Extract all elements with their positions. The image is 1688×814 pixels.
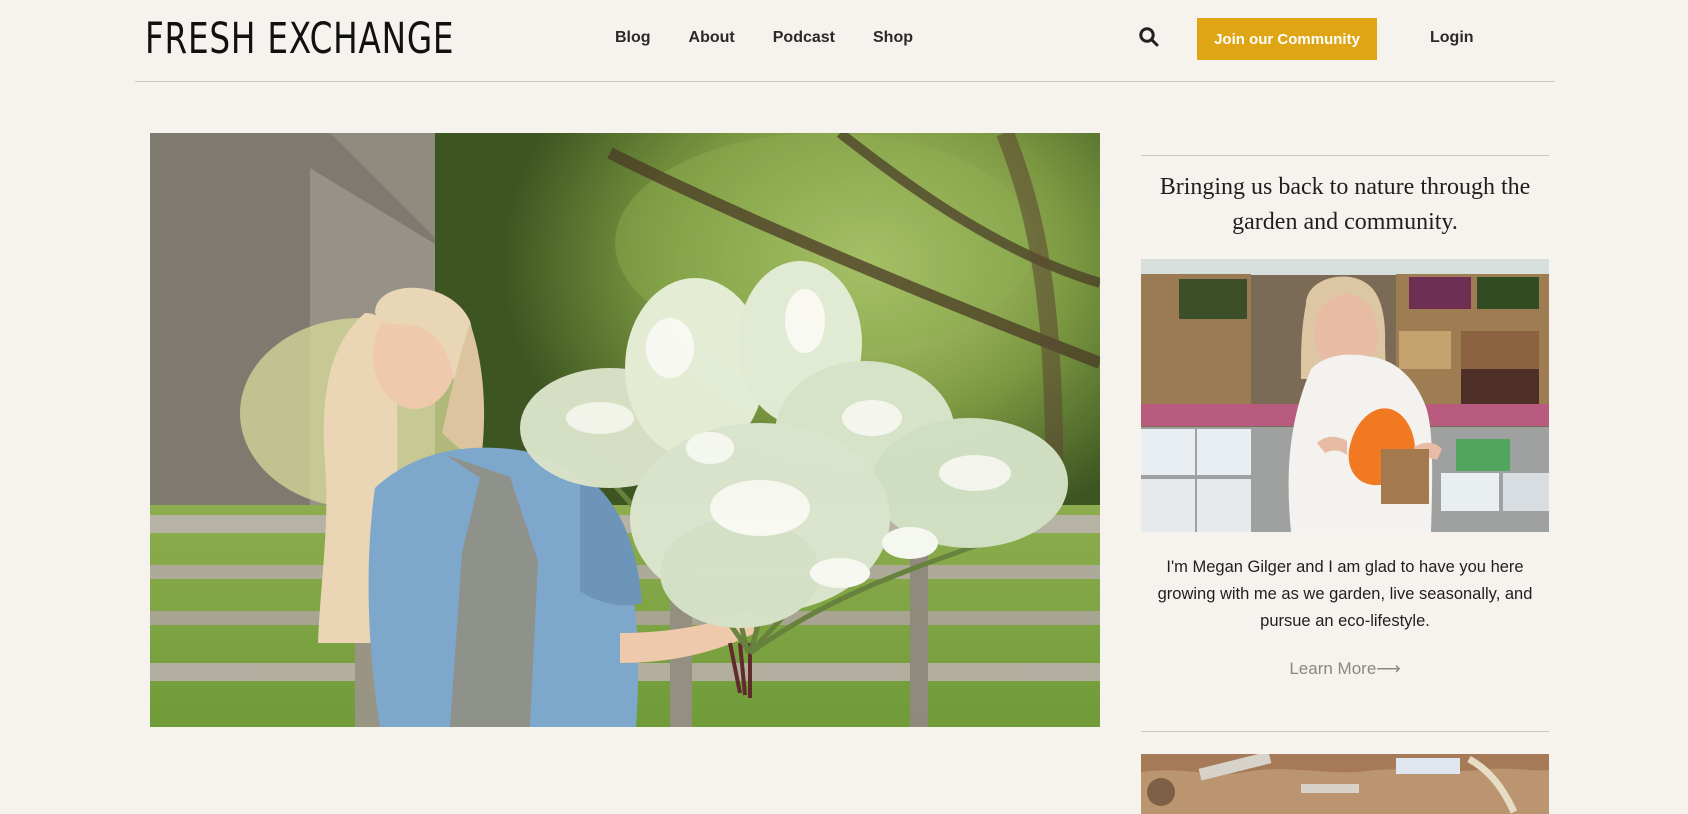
learn-more-link[interactable]: Learn More⟶ — [1141, 659, 1549, 679]
site-header: FRESH EXCHANGE Blog About Podcast Shop J… — [135, 0, 1555, 82]
nav-podcast[interactable]: Podcast — [773, 29, 835, 47]
search-icon[interactable] — [1137, 25, 1161, 49]
tagline: Bringing us back to nature through the g… — [1159, 174, 1531, 235]
site-logo[interactable]: FRESH EXCHANGE — [145, 14, 454, 64]
author-bio: I'm Megan Gilger and I am glad to have y… — [1157, 558, 1533, 630]
main-nav: Blog About Podcast Shop — [615, 29, 913, 47]
intro-sidebar: Bringing us back to nature through the g… — [1141, 155, 1549, 814]
nav-shop[interactable]: Shop — [873, 29, 913, 47]
login-link[interactable]: Login — [1430, 29, 1474, 47]
workspace-photo — [1141, 754, 1549, 814]
nav-about[interactable]: About — [689, 29, 735, 47]
author-photo — [1141, 259, 1549, 532]
divider-bottom — [1141, 731, 1549, 732]
nav-blog[interactable]: Blog — [615, 29, 651, 47]
divider-top — [1141, 155, 1549, 156]
hero-image — [150, 133, 1100, 727]
join-community-button[interactable]: Join our Community — [1197, 18, 1377, 60]
